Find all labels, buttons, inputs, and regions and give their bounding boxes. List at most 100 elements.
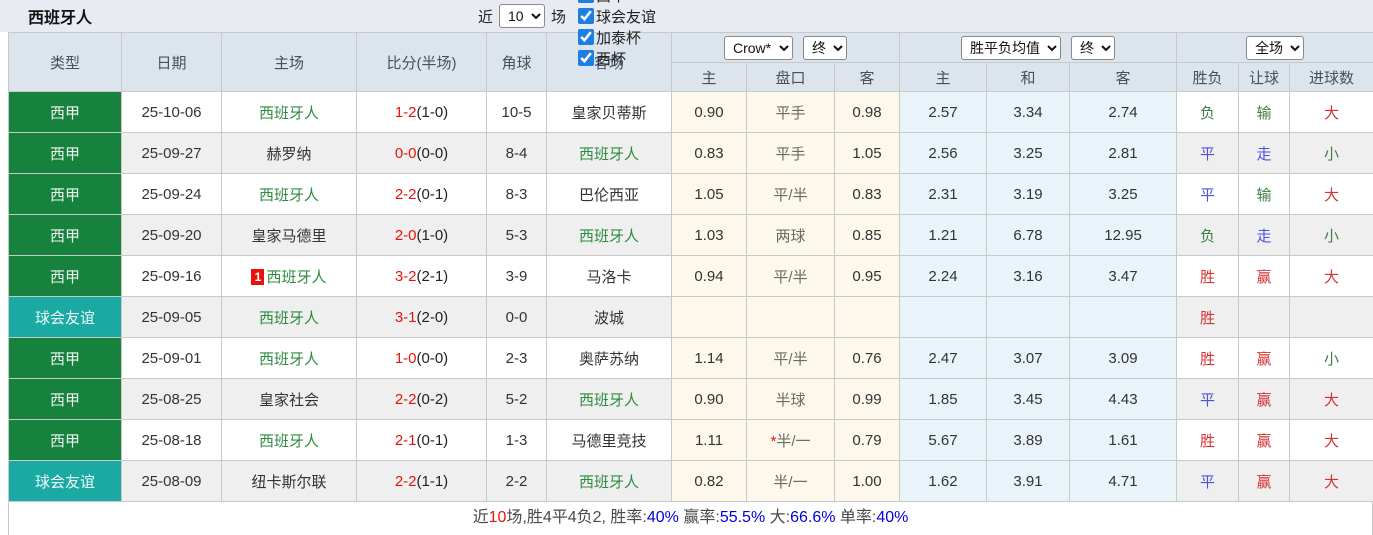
recent-count-select[interactable]: 10 <box>499 4 545 28</box>
handicap-result: 输 <box>1239 92 1290 133</box>
goals-result: 大 <box>1290 174 1373 215</box>
handicap-result: 输 <box>1239 174 1290 215</box>
match-row: 球会友谊 25-08-09 纽卡斯尔联 2-2(1-1) 2-2 西班牙人 0.… <box>9 461 1373 502</box>
score-cell: 1-2(1-0) <box>357 92 487 133</box>
filter-label: 西杯 <box>596 48 626 69</box>
goals-result: 大 <box>1290 256 1373 297</box>
subcol-wdl: 胜负 <box>1177 63 1239 92</box>
away-team-cell: 波城 <box>547 297 672 338</box>
subcol-eu-draw: 和 <box>987 63 1070 92</box>
ah-line-cell: *平/半 <box>747 174 835 215</box>
match-type: 西甲 <box>9 174 122 215</box>
col-header-score: 比分(半场) <box>357 33 487 92</box>
subcol-eu-away: 客 <box>1070 63 1177 92</box>
filter-checkbox[interactable] <box>578 0 594 3</box>
eu-home-odds: 2.24 <box>900 256 987 297</box>
filter-checkbox[interactable] <box>578 8 594 24</box>
away-team-name: 波城 <box>594 310 624 327</box>
match-date: 25-08-25 <box>122 379 222 420</box>
page-title: 西班牙人 <box>28 4 92 28</box>
halftime-score: (0-0) <box>417 145 449 162</box>
score-cell: 2-0(1-0) <box>357 215 487 256</box>
match-date: 25-08-09 <box>122 461 222 502</box>
filter-label: 球会友谊 <box>596 6 656 27</box>
ah-line: 平/半 <box>773 187 807 204</box>
col-header-type: 类型 <box>9 33 122 92</box>
match-type: 西甲 <box>9 215 122 256</box>
match-type: 西甲 <box>9 379 122 420</box>
goals-result: 小 <box>1290 338 1373 379</box>
goals-result: 小 <box>1290 133 1373 174</box>
ah-line-cell: *半球 <box>747 379 835 420</box>
away-team-name: 西班牙人 <box>579 474 639 491</box>
away-team-cell: 西班牙人 <box>547 461 672 502</box>
wdl-result: 平 <box>1177 174 1239 215</box>
away-team-name: 西班牙人 <box>579 146 639 163</box>
ah-line: 半/一 <box>776 433 810 450</box>
filter-checkbox[interactable] <box>578 29 594 45</box>
handicap-time-select[interactable]: 终 <box>803 36 847 60</box>
filter-加泰杯[interactable]: 加泰杯 <box>572 27 656 48</box>
ah-line-cell: *半/一 <box>747 420 835 461</box>
eu-draw-odds: 3.16 <box>987 256 1070 297</box>
eu-draw-odds: 3.89 <box>987 420 1070 461</box>
unit-label: 场 <box>551 6 566 27</box>
ah-line: 两球 <box>775 228 805 245</box>
handicap-company-select[interactable]: Crow* <box>724 36 793 60</box>
summary-segment: 40% <box>647 509 679 526</box>
away-team-name: 西班牙人 <box>579 392 639 409</box>
away-team-name: 奥萨苏纳 <box>579 351 639 368</box>
home-team-name: 皇家马德里 <box>251 228 326 245</box>
wdl-result: 平 <box>1177 379 1239 420</box>
summary-footer: 近10场,胜4平4负2, 胜率:40% 赢率:55.5% 大:66.6% 单率:… <box>8 502 1373 535</box>
score-cell: 2-2(1-1) <box>357 461 487 502</box>
filter-controls: 近 10 场 同客西甲球会友谊加泰杯西杯 <box>474 0 656 32</box>
ah-home-odds: 0.90 <box>672 92 747 133</box>
home-team-name: 西班牙人 <box>259 351 319 368</box>
score-cell: 2-2(0-1) <box>357 174 487 215</box>
home-team-cell: 西班牙人 <box>222 338 357 379</box>
handicap-result: 走 <box>1239 215 1290 256</box>
goals-result: 大 <box>1290 461 1373 502</box>
eu-draw-odds: 6.78 <box>987 215 1070 256</box>
col-header-corner: 角球 <box>487 33 547 92</box>
red-card-badge: 1 <box>251 269 264 285</box>
ah-line-cell: *两球 <box>747 215 835 256</box>
away-team-cell: 巴伦西亚 <box>547 174 672 215</box>
filter-checkbox[interactable] <box>578 50 594 66</box>
ah-line: 平/半 <box>773 351 807 368</box>
handicap-result: 走 <box>1239 133 1290 174</box>
subcol-ah-away: 客 <box>835 63 900 92</box>
europe-time-select[interactable]: 终 <box>1071 36 1115 60</box>
europe-select-cell: 胜平负均值 终 <box>900 33 1177 63</box>
subcol-goals: 进球数 <box>1290 63 1373 92</box>
corners: 2-3 <box>487 338 547 379</box>
ah-line: 半/一 <box>773 474 807 491</box>
ah-away-odds: 1.00 <box>835 461 900 502</box>
summary-segment: 赢率: <box>679 509 720 526</box>
europe-company-select[interactable]: 胜平负均值 <box>961 36 1061 60</box>
eu-away-odds: 4.71 <box>1070 461 1177 502</box>
result-scope-select[interactable]: 全场 <box>1246 36 1304 60</box>
match-type: 西甲 <box>9 256 122 297</box>
filter-球会友谊[interactable]: 球会友谊 <box>572 6 656 27</box>
eu-home-odds <box>900 297 987 338</box>
fulltime-score: 2-2 <box>395 473 417 490</box>
score-cell: 3-2(2-1) <box>357 256 487 297</box>
ah-away-odds: 0.99 <box>835 379 900 420</box>
match-row: 西甲 25-09-24 西班牙人 2-2(0-1) 8-3 巴伦西亚 1.05 … <box>9 174 1373 215</box>
filter-西杯[interactable]: 西杯 <box>572 48 656 69</box>
ah-away-odds <box>835 297 900 338</box>
handicap-select-cell: Crow* 终 <box>672 33 900 63</box>
wdl-result: 胜 <box>1177 420 1239 461</box>
match-row: 西甲 25-08-25 皇家社会 2-2(0-2) 5-2 西班牙人 0.90 … <box>9 379 1373 420</box>
ah-away-odds: 0.79 <box>835 420 900 461</box>
ah-home-odds: 1.03 <box>672 215 747 256</box>
top-bar: 西班牙人 近 10 场 同客西甲球会友谊加泰杯西杯 <box>0 0 1373 32</box>
eu-away-odds: 2.74 <box>1070 92 1177 133</box>
wdl-result: 胜 <box>1177 256 1239 297</box>
eu-home-odds: 1.62 <box>900 461 987 502</box>
home-team-cell: 赫罗纳 <box>222 133 357 174</box>
ah-line: 平手 <box>775 105 805 122</box>
home-team-cell: 西班牙人 <box>222 297 357 338</box>
